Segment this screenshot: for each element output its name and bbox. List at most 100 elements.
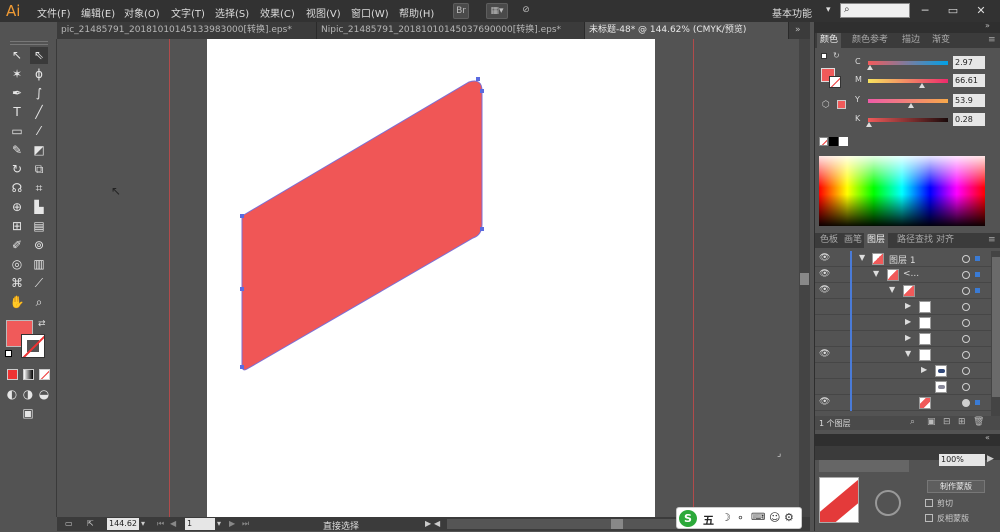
anchor-point[interactable] bbox=[480, 89, 484, 93]
column-graph-tool-icon[interactable]: ▥ bbox=[30, 256, 48, 273]
bridge-button[interactable]: Br bbox=[453, 3, 469, 19]
group-name[interactable]: <... bbox=[903, 269, 919, 279]
slider-cyan-knob[interactable] bbox=[867, 65, 874, 70]
anchor-point[interactable] bbox=[240, 287, 244, 291]
menu-help[interactable]: 帮助(H) bbox=[399, 5, 434, 20]
white-color-swatch[interactable] bbox=[839, 137, 848, 146]
selection-square-icon[interactable] bbox=[975, 272, 980, 277]
page-dropdown-icon[interactable]: ▾ bbox=[217, 519, 221, 528]
visibility-eye-icon[interactable]: 👁 bbox=[819, 253, 830, 263]
zoom-tool-icon[interactable]: ⌕ bbox=[30, 294, 48, 311]
ime-toolbar[interactable]: S 五 ☽ ∘ ⌨ ☺ ⚙ bbox=[676, 507, 802, 529]
layer-row[interactable]: 👁 bbox=[815, 395, 991, 411]
last-page-icon[interactable]: ⏭ bbox=[242, 519, 249, 529]
expand-triangle-icon[interactable]: ▶ bbox=[921, 365, 927, 374]
tab-brushes[interactable]: 画笔 bbox=[841, 233, 865, 248]
tab-align[interactable]: 对齐 bbox=[933, 233, 957, 248]
vertical-scrollbar[interactable] bbox=[799, 39, 810, 517]
target-circle-icon[interactable] bbox=[962, 271, 970, 279]
artboard-nav-icon[interactable]: ▭ bbox=[65, 519, 73, 528]
locate-object-icon[interactable]: ⌕ bbox=[910, 417, 915, 427]
blend-mode-select[interactable] bbox=[819, 460, 909, 472]
transparency-panel-header[interactable]: « bbox=[815, 433, 1000, 446]
minimize-button[interactable]: ─ bbox=[912, 3, 938, 19]
expand-triangle-icon[interactable]: ▼ bbox=[889, 285, 895, 294]
menu-edit[interactable]: 编辑(E) bbox=[81, 5, 115, 20]
slider-magenta-knob[interactable] bbox=[918, 83, 925, 88]
line-tool-icon[interactable]: ╱ bbox=[30, 104, 48, 121]
target-circle-icon[interactable] bbox=[962, 399, 970, 407]
transparency-thumbnail[interactable] bbox=[819, 477, 859, 523]
slider-cyan-track[interactable] bbox=[868, 61, 948, 65]
mesh-tool-icon[interactable]: ⊞ bbox=[8, 218, 26, 235]
red-parallelogram-shape[interactable] bbox=[241, 80, 483, 371]
slider-black-value[interactable]: 0.28 bbox=[953, 113, 985, 126]
perspective-grid-tool-icon[interactable]: ▙ bbox=[30, 199, 48, 216]
layer-row[interactable]: 👁 ▼ 图层 1 bbox=[815, 251, 991, 267]
expand-triangle-icon[interactable]: ▶ bbox=[905, 301, 911, 310]
none-color-swatch[interactable] bbox=[819, 137, 828, 146]
rotate-tool-icon[interactable]: ↻ bbox=[8, 161, 26, 178]
target-circle-icon[interactable] bbox=[962, 351, 970, 359]
gradient-tool-icon[interactable]: ▤ bbox=[30, 218, 48, 235]
slider-black-track[interactable] bbox=[868, 118, 948, 122]
color-spectrum[interactable] bbox=[819, 156, 985, 226]
anchor-point[interactable] bbox=[240, 365, 244, 369]
magic-wand-tool-icon[interactable]: ✶ bbox=[8, 66, 26, 83]
layer-row[interactable]: ▶ bbox=[815, 299, 991, 315]
transparency-collapse-icon[interactable]: « bbox=[985, 433, 990, 442]
tab-color[interactable]: 颜色 bbox=[817, 33, 842, 48]
draw-inside-icon[interactable]: ◒ bbox=[37, 386, 51, 403]
toolbar-grip[interactable] bbox=[10, 41, 48, 45]
slider-cyan-value[interactable]: 2.97 bbox=[953, 56, 985, 69]
prev-page-icon[interactable]: ◀ bbox=[170, 519, 176, 528]
lasso-tool-icon[interactable]: ϕ bbox=[30, 66, 48, 83]
opacity-dropdown-icon[interactable]: ▶ bbox=[987, 454, 994, 464]
artboard[interactable] bbox=[207, 39, 655, 517]
menu-effect[interactable]: 效果(C) bbox=[260, 5, 295, 20]
selection-square-icon[interactable] bbox=[975, 256, 980, 261]
slider-magenta-track[interactable] bbox=[868, 79, 948, 83]
keyboard-icon[interactable]: ⌨ bbox=[751, 512, 765, 523]
close-button[interactable]: ✕ bbox=[968, 3, 994, 19]
target-circle-icon[interactable] bbox=[962, 319, 970, 327]
status-menu-icon[interactable]: ▶ bbox=[425, 519, 431, 528]
clip-checkbox[interactable] bbox=[925, 499, 933, 507]
gradient-mode-icon[interactable] bbox=[23, 369, 34, 380]
panel-dock-header[interactable]: » bbox=[815, 21, 1000, 33]
layer-row[interactable]: ▶ bbox=[815, 363, 991, 379]
target-circle-icon[interactable] bbox=[962, 303, 970, 311]
expand-triangle-icon[interactable]: ▶ bbox=[905, 333, 911, 342]
ime-language-label[interactable]: 五 bbox=[703, 512, 714, 528]
default-colors-icon[interactable] bbox=[5, 350, 12, 357]
expand-triangle-icon[interactable]: ▼ bbox=[905, 349, 911, 358]
target-circle-icon[interactable] bbox=[962, 255, 970, 263]
scale-tool-icon[interactable]: ⧉ bbox=[30, 161, 48, 178]
tab-document-1[interactable]: pic_21485791_20181010145133983000[转换].ep… bbox=[57, 22, 317, 39]
delete-layer-icon[interactable]: 🗑 bbox=[973, 417, 984, 427]
expand-triangle-icon[interactable]: ▼ bbox=[873, 269, 879, 278]
type-tool-icon[interactable]: T bbox=[8, 104, 26, 121]
eraser-tool-icon[interactable]: ◩ bbox=[30, 142, 48, 159]
mask-link-icon[interactable] bbox=[875, 490, 901, 516]
horizontal-scrollbar-thumb[interactable] bbox=[611, 519, 623, 529]
tab-pathfinder[interactable]: 路径查找 bbox=[894, 233, 936, 248]
pencil-tool-icon[interactable]: ✎ bbox=[8, 142, 26, 159]
layer-row[interactable]: ▶ bbox=[815, 315, 991, 331]
export-icon[interactable]: ⇱ bbox=[87, 519, 94, 528]
menu-view[interactable]: 视图(V) bbox=[306, 5, 341, 20]
shape-builder-tool-icon[interactable]: ⊕ bbox=[8, 199, 26, 216]
none-mode-icon[interactable] bbox=[39, 369, 50, 380]
collapse-panel-icon[interactable]: » bbox=[985, 21, 990, 30]
anchor-point[interactable] bbox=[240, 214, 244, 218]
slider-cyan[interactable]: C 2.97 bbox=[815, 56, 1000, 70]
anchor-point[interactable] bbox=[476, 77, 480, 81]
eyedropper-tool-icon[interactable]: ✐ bbox=[8, 237, 26, 254]
tab-stroke[interactable]: 描边 bbox=[899, 33, 923, 48]
curvature-tool-icon[interactable]: ∫ bbox=[30, 85, 48, 102]
screen-mode-icon[interactable]: ▣ bbox=[18, 405, 38, 422]
artboard-tool-icon[interactable]: ⌘ bbox=[8, 275, 26, 292]
punctuation-icon[interactable]: ∘ bbox=[737, 511, 744, 524]
layer-row[interactable]: ▶ bbox=[815, 331, 991, 347]
rectangle-tool-icon[interactable]: ▭ bbox=[8, 123, 26, 140]
